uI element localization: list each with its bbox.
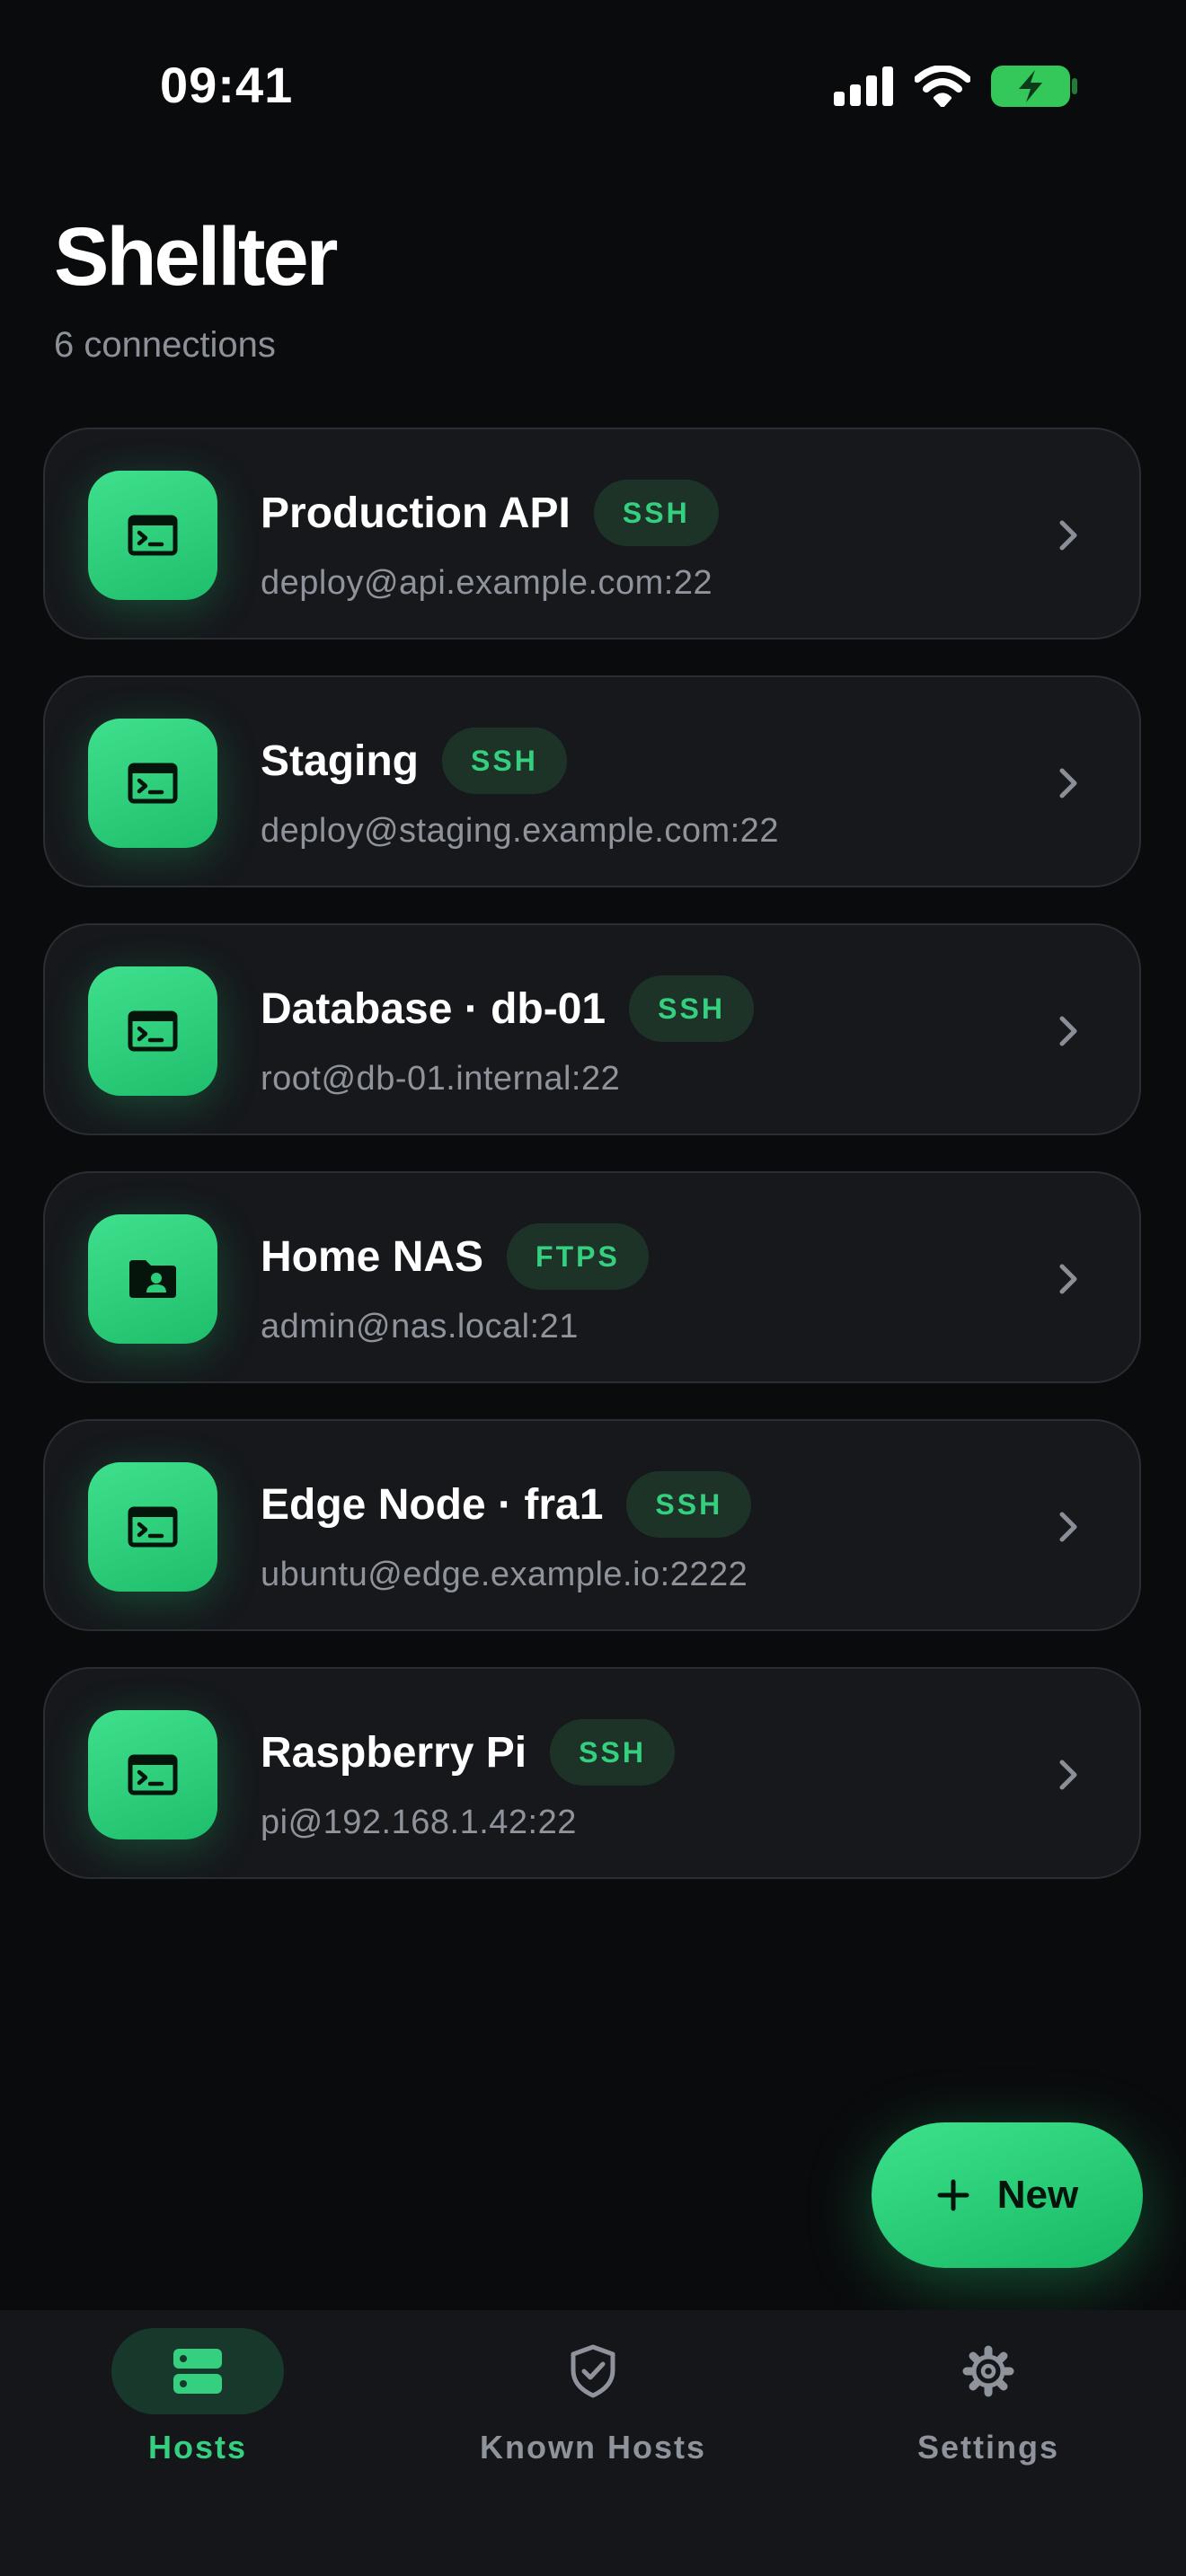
protocol-badge: SSH xyxy=(629,975,754,1042)
tab-hosts[interactable]: Hosts xyxy=(0,2310,395,2576)
host-name: Production API xyxy=(261,489,571,537)
host-name: Database · db-01 xyxy=(261,984,606,1033)
host-address: admin@nas.local:21 xyxy=(261,1308,579,1345)
tab-settings[interactable]: Settings xyxy=(791,2310,1186,2576)
host-card[interactable]: Edge Node · fra1 SSH ubuntu@edge.example… xyxy=(43,1419,1141,1631)
terminal-icon xyxy=(88,1462,217,1592)
new-host-button[interactable]: New xyxy=(872,2122,1143,2268)
shield-check-icon xyxy=(571,2344,615,2398)
host-name: Edge Node · fra1 xyxy=(261,1480,604,1529)
host-address: ubuntu@edge.example.io:2222 xyxy=(261,1556,748,1593)
battery-charging-icon xyxy=(991,66,1077,107)
chevron-right-icon xyxy=(1059,520,1077,551)
host-name: Home NAS xyxy=(261,1232,484,1281)
tab-label: Known Hosts xyxy=(480,2429,706,2466)
host-list: Production API SSH deploy@api.example.co… xyxy=(43,428,1141,1915)
chevron-right-icon xyxy=(1059,1760,1077,1790)
host-name: Staging xyxy=(261,737,419,785)
terminal-icon xyxy=(88,1710,217,1839)
protocol-badge: SSH xyxy=(550,1719,675,1786)
server-icon xyxy=(173,2349,222,2394)
host-card[interactable]: Database · db-01 SSH root@db-01.internal… xyxy=(43,923,1141,1135)
header: Shellter 6 connections xyxy=(54,211,338,366)
host-card[interactable]: Production API SSH deploy@api.example.co… xyxy=(43,428,1141,640)
status-icons xyxy=(834,63,1078,110)
protocol-badge: SSH xyxy=(442,728,567,794)
host-name: Raspberry Pi xyxy=(261,1728,527,1777)
wifi-icon xyxy=(915,66,970,107)
chevron-right-icon xyxy=(1059,1512,1077,1542)
tab-bar: Hosts Known Hosts Settings xyxy=(0,2310,1186,2576)
terminal-icon xyxy=(88,719,217,848)
protocol-badge: FTPS xyxy=(507,1223,649,1290)
host-address: deploy@staging.example.com:22 xyxy=(261,812,779,850)
new-button-label: New xyxy=(996,2173,1079,2217)
folder-user-icon xyxy=(88,1214,217,1344)
terminal-icon xyxy=(88,471,217,600)
status-time: 09:41 xyxy=(160,57,294,113)
tab-label: Settings xyxy=(916,2429,1059,2466)
tab-label: Hosts xyxy=(147,2429,248,2466)
connection-count: 6 connections xyxy=(54,325,276,365)
host-card[interactable]: Staging SSH deploy@staging.example.com:2… xyxy=(43,675,1141,887)
tab-known-hosts[interactable]: Known Hosts xyxy=(395,2310,791,2576)
chevron-right-icon xyxy=(1059,768,1077,798)
protocol-badge: SSH xyxy=(626,1471,752,1538)
chevron-right-icon xyxy=(1059,1016,1077,1046)
gear-icon xyxy=(962,2345,1014,2397)
host-card[interactable]: Raspberry Pi SSH pi@192.168.1.42:22 xyxy=(43,1667,1141,1879)
protocol-badge: SSH xyxy=(593,480,719,546)
host-address: deploy@api.example.com:22 xyxy=(261,564,713,602)
host-address: pi@192.168.1.42:22 xyxy=(261,1804,577,1841)
plus-icon xyxy=(937,2179,969,2211)
host-card[interactable]: Home NAS FTPS admin@nas.local:21 xyxy=(43,1171,1141,1383)
app-title: Shellter xyxy=(54,211,338,303)
chevron-right-icon xyxy=(1059,1264,1077,1294)
signal-icon xyxy=(834,66,893,106)
terminal-icon xyxy=(88,966,217,1096)
status-bar: 09:41 xyxy=(0,0,1186,171)
host-address: root@db-01.internal:22 xyxy=(261,1060,621,1098)
